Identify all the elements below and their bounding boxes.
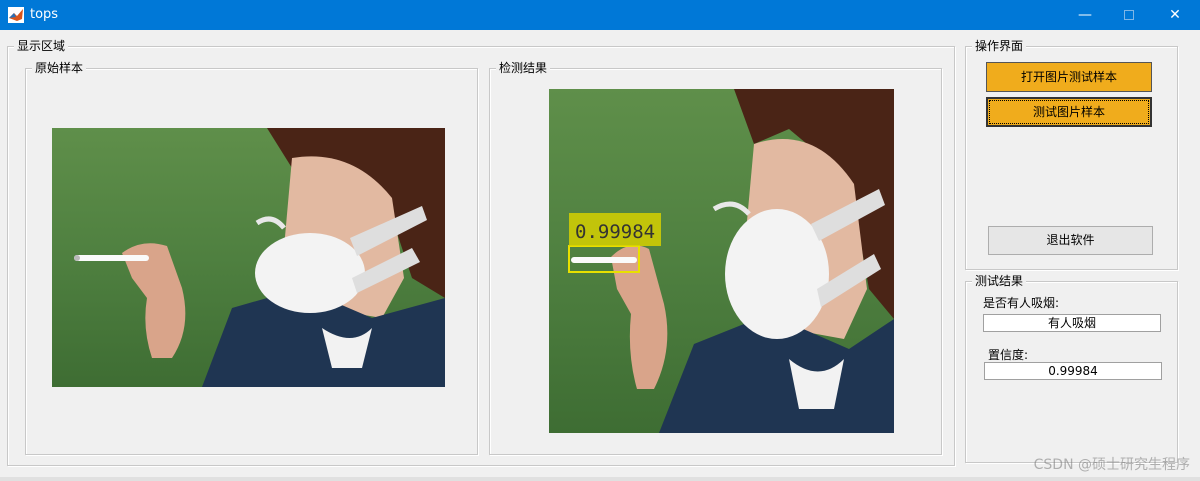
original-sample-title: 原始样本 [32,61,87,75]
display-area-title: 显示区域 [14,39,69,53]
matlab-icon [8,7,24,23]
minimize-button[interactable]: — [1062,0,1108,30]
smoking-result-field[interactable]: 有人吸烟 [983,314,1161,332]
open-image-button[interactable]: 打开图片测试样本 [986,62,1152,92]
exit-button[interactable]: 退出软件 [988,226,1153,255]
test-image-button[interactable]: 测试图片样本 [986,97,1152,127]
operations-title: 操作界面 [972,39,1027,53]
smoking-label: 是否有人吸烟: [983,296,1060,310]
confidence-field[interactable]: 0.99984 [984,362,1162,380]
watermark: CSDN @硕士研究生程序 [1033,457,1190,473]
window-title: tops [30,7,59,22]
detection-score-label: 0.99984 [575,221,655,243]
detection-result-title: 检测结果 [496,61,551,75]
bottom-strip [0,477,1200,481]
detection-result-image: 0.99984 [549,89,894,433]
close-button[interactable]: ✕ [1152,0,1198,30]
minimize-icon: — [1078,7,1092,23]
maximize-button[interactable] [1106,0,1152,30]
confidence-label: 置信度: [988,348,1029,362]
test-results-title: 测试结果 [972,274,1027,288]
maximize-icon [1124,10,1134,20]
close-icon: ✕ [1169,7,1181,23]
original-sample-image [52,128,445,387]
title-bar: tops — ✕ [0,0,1200,30]
